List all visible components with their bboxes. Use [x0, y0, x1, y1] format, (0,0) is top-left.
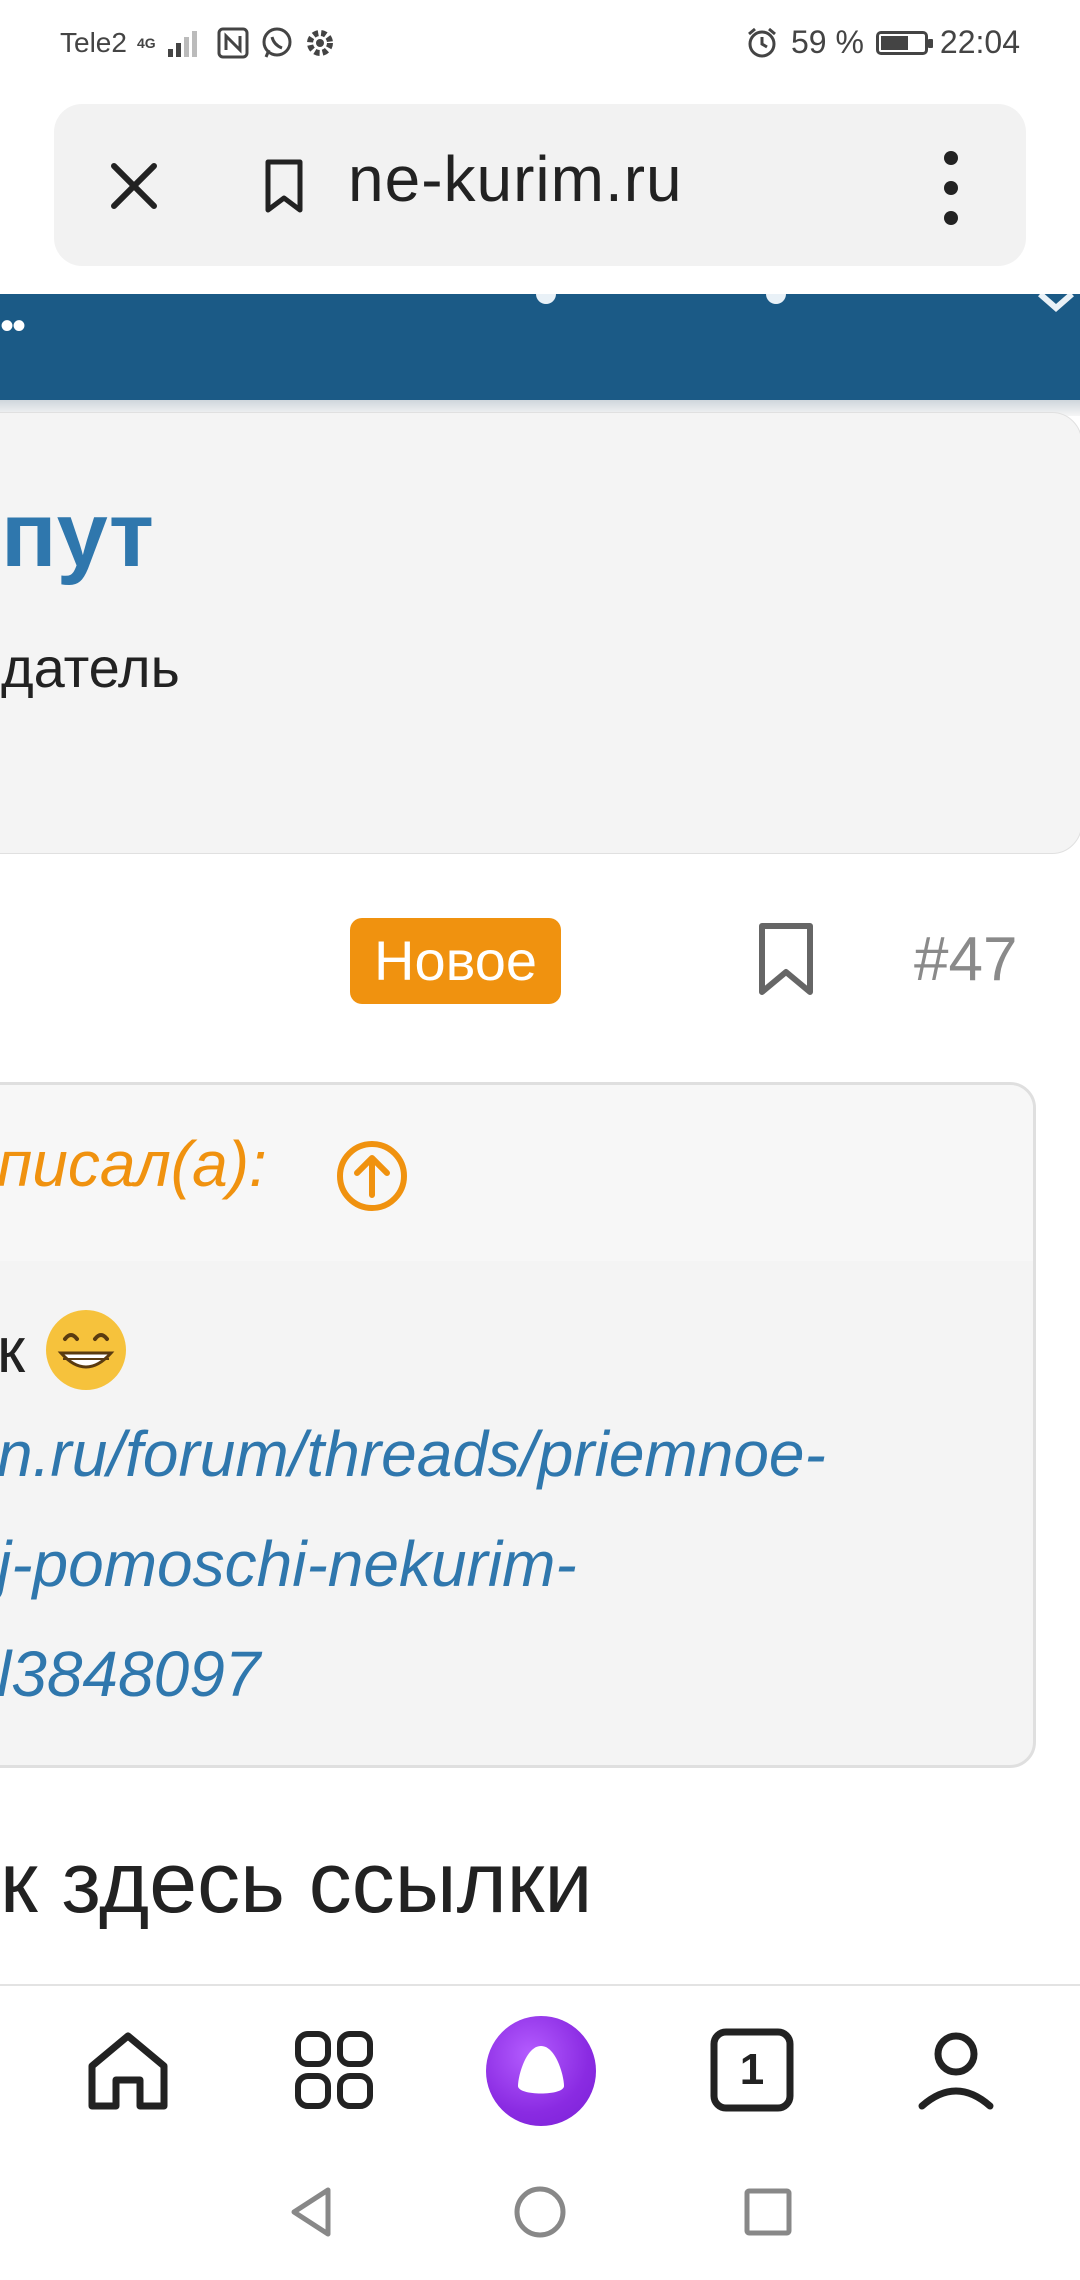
quote-link-line-1[interactable]: n.ru/forum/threads/priemnoe- [0, 1417, 826, 1491]
home-icon[interactable] [78, 2020, 178, 2120]
close-icon[interactable] [104, 156, 164, 216]
status-left: Tele2 4G [60, 26, 336, 60]
quote-text: к [0, 1313, 25, 1387]
bookmark-icon[interactable] [254, 156, 314, 216]
settings-icon [306, 30, 333, 56]
post-number[interactable]: #47 [914, 924, 1017, 995]
apps-grid-icon[interactable] [284, 2020, 384, 2120]
site-header: •• [0, 294, 1080, 400]
battery-percent: 59 % [790, 24, 864, 60]
quote-text-line: к [0, 1307, 129, 1393]
user-role: датель [1, 636, 180, 699]
alice-assistant-button[interactable] [486, 2016, 596, 2126]
tabs-button[interactable]: 1 [702, 2020, 802, 2120]
new-badge: Новое [350, 918, 561, 1004]
arrow-up-circle-icon[interactable] [335, 1139, 409, 1213]
alice-icon [518, 2046, 564, 2094]
home-circle-icon[interactable] [510, 2182, 570, 2242]
recent-apps-icon[interactable] [738, 2182, 798, 2242]
carrier-label: Tele2 [60, 27, 127, 58]
signal-icon [167, 31, 197, 57]
back-icon[interactable] [282, 2182, 342, 2242]
browser-bottom-toolbar: 1 [0, 1984, 1080, 2148]
url-domain[interactable]: ne-kurim.ru [348, 142, 683, 216]
status-bar: Tele2 4G 59 % 22:04 [0, 0, 1080, 92]
quote-link-line-2[interactable]: j-pomoschi-nekurim- [0, 1527, 577, 1601]
url-bar[interactable]: ne-kurim.ru [54, 104, 1026, 266]
nfc-icon [217, 27, 249, 59]
network-type: 4G [136, 35, 156, 51]
username[interactable]: пут [1, 483, 154, 588]
clock: 22:04 [939, 24, 1020, 60]
more-vert-icon[interactable] [936, 148, 966, 228]
post-body-text: к здесь ссылки [0, 1835, 593, 1931]
whatsapp-icon [262, 27, 292, 58]
alarm-icon [748, 27, 776, 57]
system-nav-bar [0, 2146, 1080, 2280]
profile-icon[interactable] [906, 2020, 1006, 2120]
quote-block: писал(а): к n.ru/forum/threads/priemnoe-… [0, 1082, 1036, 1768]
battery-icon [875, 30, 933, 55]
status-right: 59 % 22:04 [745, 24, 1020, 61]
quote-attribution[interactable]: писал(а): [0, 1127, 267, 1201]
grin-emoji-icon [46, 1310, 126, 1390]
quote-link-line-3[interactable]: l3848097 [0, 1637, 260, 1711]
post-bookmark-icon[interactable] [756, 920, 816, 1000]
tabs-count: 1 [739, 2045, 765, 2094]
user-profile-card[interactable]: пут датель [0, 412, 1080, 854]
header-decor-icon [536, 294, 1074, 312]
post-meta: Новое #47 [0, 900, 1080, 1020]
quote-header: писал(а): [0, 1085, 1033, 1261]
